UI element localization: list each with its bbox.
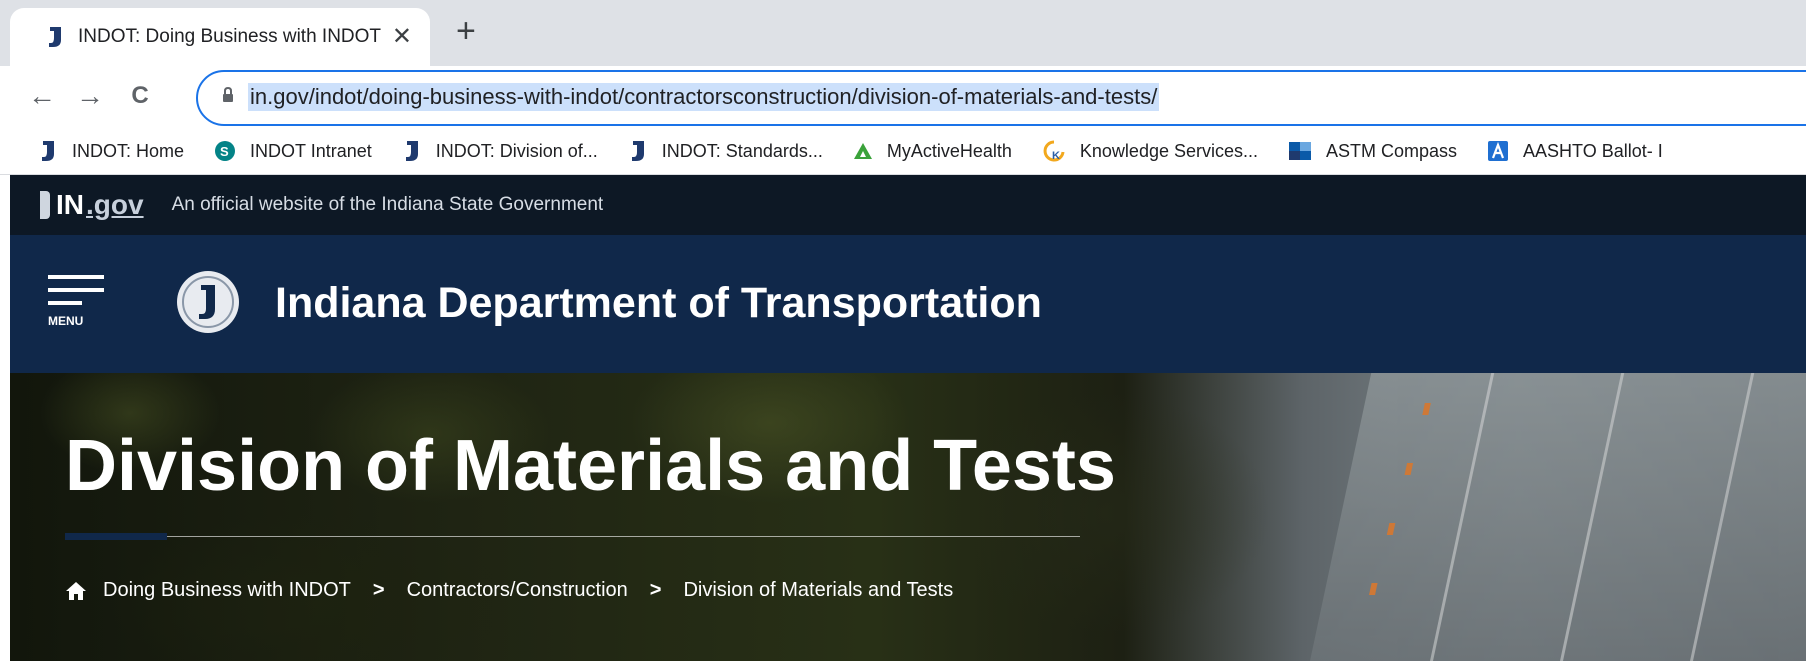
lane-marking: [1690, 373, 1755, 661]
title-divider: [65, 536, 1080, 537]
title-divider-accent: [65, 533, 167, 540]
bookmark-label: INDOT: Division of...: [435, 140, 598, 161]
knowledge-icon: K: [1043, 140, 1065, 162]
agency-name[interactable]: Indiana Department of Transportation: [275, 279, 1042, 328]
lane-marking: [1560, 373, 1625, 661]
menu-button[interactable]: MENU: [48, 275, 104, 328]
hamburger-line: [48, 275, 104, 279]
agency-header: MENU Indiana Department of Transportatio…: [10, 235, 1806, 373]
browser-toolbar: ← → C in.gov/indot/doing-business-with-i…: [0, 66, 1806, 128]
lane-marking: [1430, 373, 1495, 661]
bookmark-astm-compass[interactable]: ASTM Compass: [1288, 140, 1457, 162]
breadcrumb-current: Division of Materials and Tests: [683, 579, 954, 601]
traffic-cone: [1422, 403, 1431, 415]
hero-banner: Division of Materials and Tests Doing Bu…: [10, 373, 1806, 661]
bookmarks-bar: INDOT: Home S INDOT Intranet INDOT: Divi…: [0, 128, 1806, 175]
official-gov-banner: IN .gov An official website of the India…: [10, 175, 1806, 235]
bookmark-knowledge-services[interactable]: K Knowledge Services...: [1042, 140, 1258, 162]
bookmark-label: INDOT: Standards...: [661, 140, 823, 161]
in-gov-logo[interactable]: IN .gov: [40, 189, 144, 221]
bookmark-indot-division[interactable]: INDOT: Division of...: [402, 140, 598, 162]
forward-button[interactable]: →: [72, 78, 108, 114]
official-website-text: An official website of the Indiana State…: [171, 194, 604, 215]
bookmark-label: MyActiveHealth: [886, 140, 1012, 161]
chevron-right-icon: >: [372, 579, 385, 601]
traffic-cone: [1369, 583, 1378, 595]
state-seal-icon[interactable]: [175, 269, 241, 335]
browser-tab-strip: INDOT: Doing Business with INDOT ✕ +: [0, 0, 1806, 66]
home-icon[interactable]: [65, 581, 87, 601]
chevron-right-icon: >: [649, 579, 662, 601]
tab-title: INDOT: Doing Business with INDOT: [78, 26, 382, 47]
back-button[interactable]: ←: [24, 78, 60, 114]
address-bar[interactable]: in.gov/indot/doing-business-with-indot/c…: [196, 70, 1806, 126]
bookmark-indot-standards[interactable]: INDOT: Standards...: [628, 140, 823, 162]
reload-button[interactable]: C: [122, 78, 158, 114]
bookmark-indot-intranet[interactable]: S INDOT Intranet: [214, 140, 372, 162]
traffic-cone: [1386, 523, 1396, 535]
triangle-icon: [853, 143, 872, 159]
highway-image: [1310, 373, 1806, 661]
indiana-shape-icon: [40, 191, 50, 219]
bookmark-label: AASHTO Ballot- I: [1523, 140, 1663, 161]
breadcrumb-doing-business[interactable]: Doing Business with INDOT: [103, 579, 351, 602]
bookmark-label: INDOT: Home: [72, 140, 185, 161]
close-icon[interactable]: ✕: [392, 22, 412, 51]
page-title: Division of Materials and Tests: [65, 426, 1116, 506]
lock-icon: [223, 87, 233, 102]
breadcrumb: Doing Business with INDOT > Contractors/…: [65, 579, 953, 602]
bookmark-label: Knowledge Services...: [1079, 140, 1258, 161]
svg-text:K: K: [1052, 150, 1060, 162]
hamburger-line: [48, 301, 82, 305]
url-text[interactable]: in.gov/indot/doing-business-with-indot/c…: [248, 83, 1160, 111]
indiana-icon: [42, 141, 54, 161]
bookmark-label: INDOT Intranet: [250, 140, 372, 161]
bookmark-aashto-ballot[interactable]: AASHTO Ballot- I: [1487, 140, 1663, 162]
logo-in-text: IN: [56, 189, 84, 220]
aashto-icon: [1488, 141, 1509, 161]
traffic-cone: [1404, 463, 1414, 475]
svg-text:S: S: [220, 144, 229, 159]
sharepoint-icon: S: [215, 141, 236, 161]
breadcrumb-contractors-construction[interactable]: Contractors/Construction: [407, 579, 628, 602]
indiana-favicon-icon: [49, 27, 61, 47]
new-tab-button[interactable]: +: [456, 14, 476, 48]
hamburger-line: [48, 288, 104, 292]
bookmark-label: ASTM Compass: [1326, 140, 1458, 161]
indiana-icon: [405, 141, 418, 161]
bookmark-indot-home[interactable]: INDOT: Home: [38, 140, 184, 162]
astm-icon: [1289, 142, 1311, 160]
browser-tab-active[interactable]: INDOT: Doing Business with INDOT ✕: [10, 8, 430, 66]
bookmark-myactivehealth[interactable]: MyActiveHealth: [853, 140, 1012, 162]
indiana-icon: [631, 141, 644, 161]
menu-label: MENU: [48, 314, 84, 328]
logo-gov-text: .gov: [86, 189, 144, 220]
